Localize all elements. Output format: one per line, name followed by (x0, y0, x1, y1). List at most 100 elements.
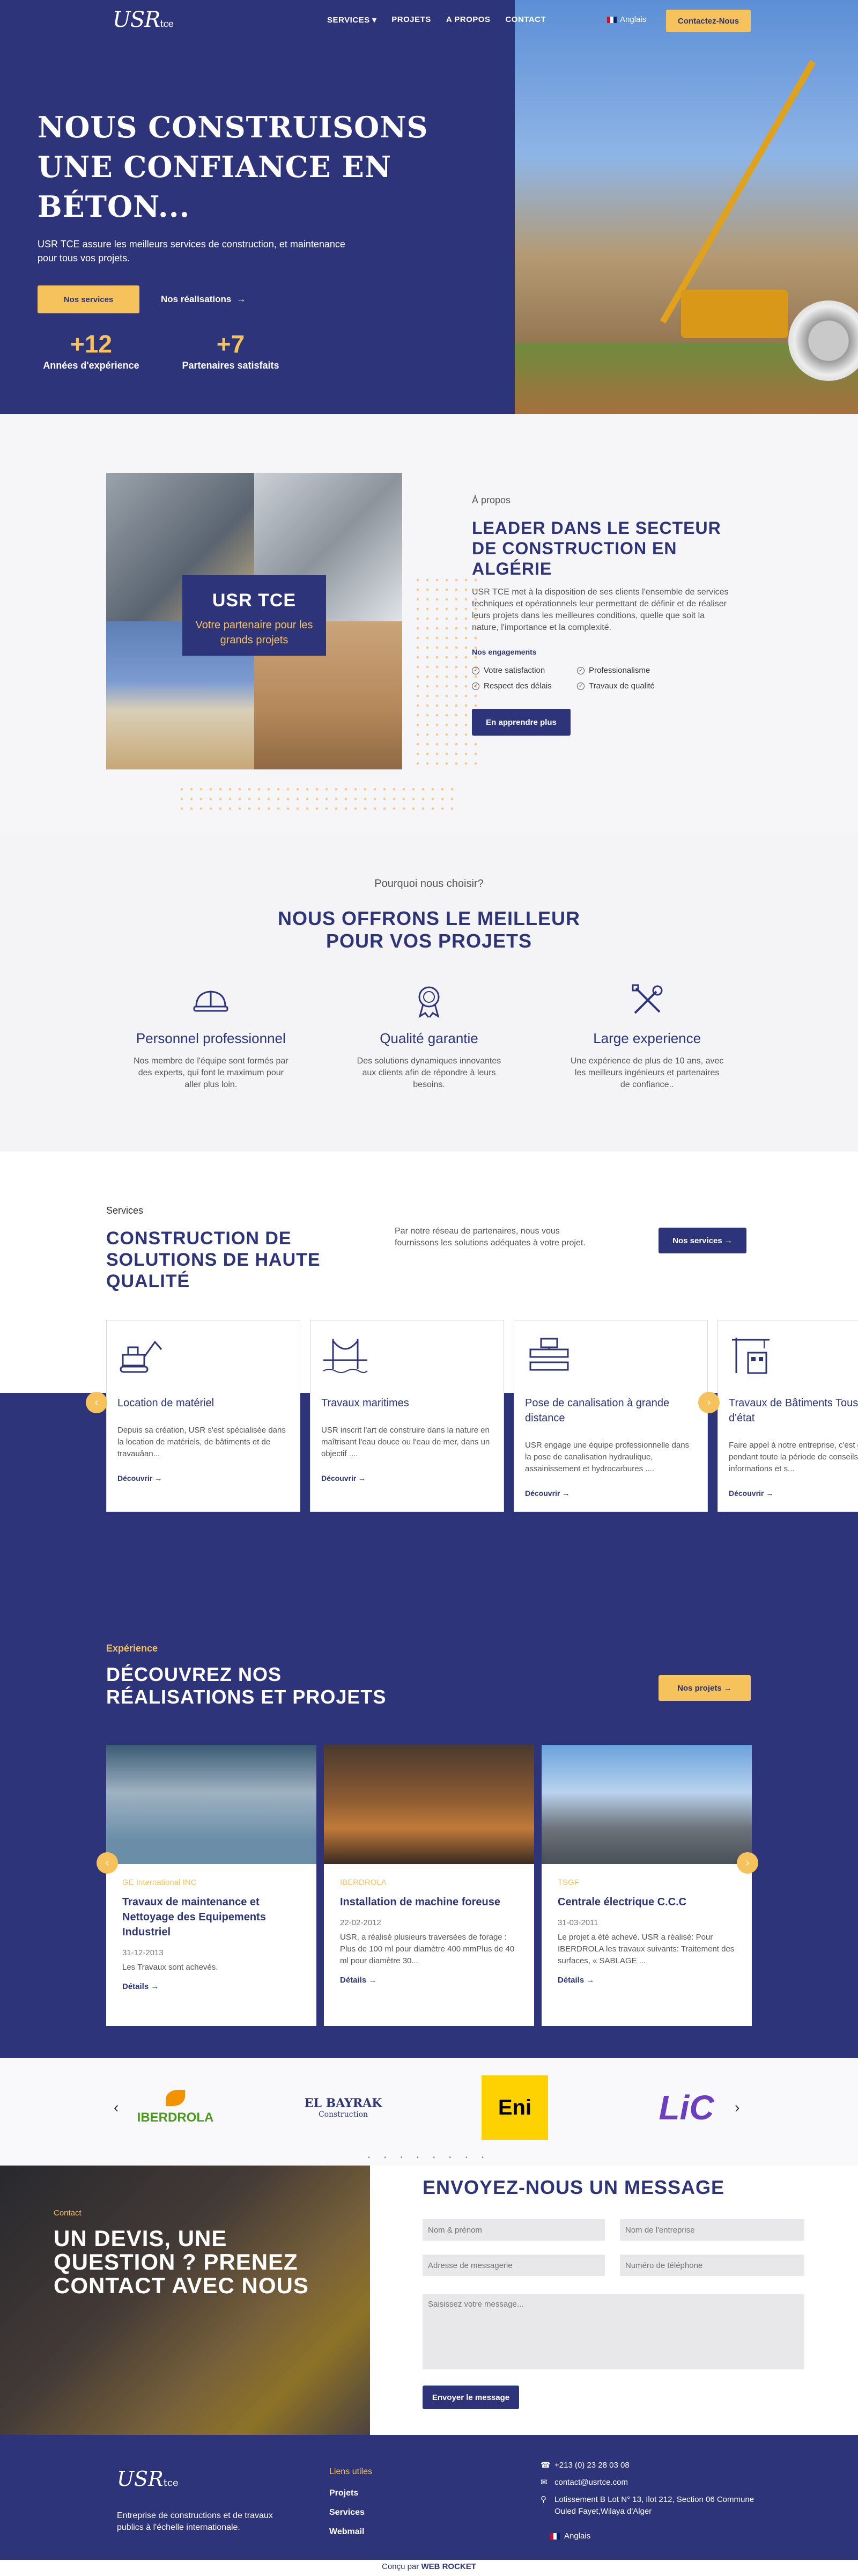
projects-next-button[interactable]: › (737, 1852, 758, 1874)
project-details-link[interactable]: Détails → (558, 1976, 736, 1985)
phone-input[interactable] (620, 2255, 804, 2276)
project-date: 31-12-2013 (122, 1948, 164, 1957)
our-realisations-link[interactable]: Nos réalisations → (161, 294, 246, 305)
send-message-button[interactable]: Envoyer le message (423, 2386, 519, 2409)
pipeline-icon (525, 1333, 697, 1382)
why-eyebrow: Pourquoi nous choisir? (374, 878, 484, 890)
footer-logo[interactable]: USRtce (117, 2467, 179, 2491)
chevron-right-icon: › (735, 2099, 740, 2116)
project-title: Travaux de maintenance et Nettoyage des … (122, 1896, 266, 1938)
uk-flag-icon (607, 16, 617, 23)
project-description: USR, a réalisé plusieurs traversées de f… (340, 1933, 515, 1965)
carousel-prev-button[interactable]: ‹ (86, 1392, 107, 1413)
footer-phone[interactable]: ☎ +213 (0) 23 28 03 08 (541, 2460, 766, 2471)
footer-link-webmail[interactable]: Webmail (329, 2527, 365, 2537)
location-pin-icon: ⚲ (541, 2495, 546, 2504)
service-card-maritime[interactable]: Travaux maritimes USR inscrit l'art de c… (310, 1320, 504, 1512)
hero-content: NOUS CONSTRUISONS UNE CONFIANCE EN BÉTON… (38, 107, 488, 372)
check-circle-icon: ✓ (472, 682, 479, 690)
engagements-title: Nos engagements (472, 648, 537, 656)
project-card[interactable]: IBERDROLA Installation de machine foreus… (324, 1745, 534, 2026)
contact-eyebrow: Contact (54, 2208, 82, 2218)
engagement-item: ✓ Professionalisme (577, 666, 674, 675)
footer-link-projets[interactable]: Projets (329, 2489, 365, 2498)
language-switcher[interactable]: Anglais (607, 15, 646, 24)
hero-stats: +12 Années d'expérience +7 Partenaires s… (38, 329, 488, 372)
project-client: GE International INC (122, 1878, 197, 1887)
top-navigation: USRtce SERVICES ▾ PROJETS A PROPOS CONTA… (0, 0, 858, 43)
nav-item-projets[interactable]: PROJETS (391, 15, 431, 25)
project-date: 31-03-2011 (558, 1918, 598, 1927)
chevron-right-icon: › (707, 1397, 711, 1408)
award-medal-icon (339, 982, 519, 1023)
footer-link-services[interactable]: Services (329, 2508, 365, 2518)
discover-link[interactable]: Découvrir → (117, 1474, 289, 1483)
nav-item-contact[interactable]: CONTACT (505, 15, 546, 25)
service-card-equipment-rental[interactable]: Location de matériel Depuis sa création,… (106, 1320, 300, 1512)
contact-photo-overlay (0, 2166, 370, 2435)
arrow-right-icon: → (562, 1489, 570, 1498)
project-photo (106, 1745, 316, 1864)
project-title: Installation de machine foreuse (340, 1896, 500, 1908)
check-circle-icon: ✓ (472, 666, 479, 674)
chevron-left-icon: ‹ (114, 2099, 119, 2116)
project-card[interactable]: TSGF Centrale électrique C.C.C 31-03-201… (542, 1745, 752, 2026)
our-projects-button[interactable]: Nos projets → (659, 1675, 751, 1701)
check-circle-icon: ✓ (577, 682, 585, 690)
project-description: Les Travaux sont achevés. (122, 1963, 218, 1972)
engagement-item: ✓ Respect des délais (472, 681, 568, 691)
footer-email[interactable]: ✉ contact@usrtce.com (541, 2477, 766, 2489)
our-services-button[interactable]: Nos services (38, 285, 139, 313)
services-eyebrow: Services (106, 1205, 144, 1216)
engagement-item: ✓ Travaux de qualité (577, 681, 674, 691)
project-details-link[interactable]: Détails → (340, 1976, 518, 1985)
company-input[interactable] (620, 2219, 804, 2241)
carousel-next-button[interactable]: › (698, 1392, 720, 1413)
service-card-buildings[interactable]: Travaux de Bâtiments Tous Corps d'état F… (718, 1320, 858, 1512)
partner-logo-lic: LiC (659, 2088, 714, 2127)
copyright-bar: Conçu par WEB ROCKET (0, 2560, 858, 2576)
nav-item-services[interactable]: SERVICES ▾ (327, 15, 376, 25)
partners-prev-button[interactable]: ‹ (114, 2099, 119, 2116)
why-section: Pourquoi nous choisir? NOUS OFFRONS LE M… (0, 833, 858, 1151)
contact-section: Contact UN DEVIS, UNE QUESTION ? PRENEZ … (0, 2166, 858, 2435)
chevron-left-icon: ‹ (105, 1857, 109, 1869)
services-description: Par notre réseau de partenaires, nous vo… (395, 1227, 586, 1247)
partners-next-button[interactable]: › (735, 2099, 739, 2116)
contact-title: UN DEVIS, UNE QUESTION ? PRENEZ CONTACT … (54, 2226, 309, 2298)
services-section: Services CONSTRUCTION DE SOLUTIONS DE HA… (0, 1151, 858, 1579)
project-details-link[interactable]: Détails → (122, 1982, 300, 1991)
footer-language-switcher[interactable]: Anglais (550, 2530, 766, 2542)
about-title: LEADER DANS LE SECTEUR DE CONSTRUCTION E… (472, 518, 721, 578)
arrow-right-icon: → (154, 1474, 162, 1483)
services-title: CONSTRUCTION DE SOLUTIONS DE HAUTE QUALI… (106, 1228, 321, 1291)
discover-link[interactable]: Découvrir → (729, 1489, 858, 1498)
discover-link[interactable]: Découvrir → (321, 1474, 493, 1483)
arrow-right-icon: → (723, 1683, 732, 1693)
contact-us-button[interactable]: Contactez-Nous (666, 10, 751, 32)
hard-hat-icon (121, 982, 301, 1023)
hero-title: NOUS CONSTRUISONS UNE CONFIANCE EN BÉTON… (38, 110, 428, 224)
arrow-right-icon: → (236, 294, 246, 304)
partners-pagination-dots[interactable]: • • • • • • • • (0, 2155, 858, 2161)
project-date: 22-02-2012 (340, 1918, 381, 1927)
service-card-pipeline[interactable]: Pose de canalisation à grande distance U… (514, 1320, 708, 1512)
about-badge: USR TCE Votre partenaire pour les grands… (182, 575, 326, 656)
project-description: Le projet a été achevé. USR a réalisé: P… (558, 1933, 735, 1965)
partners-section: ‹ IBERDROLA EL BAYRAK Construction Eni L… (0, 2058, 858, 2166)
message-textarea[interactable] (423, 2294, 804, 2369)
stat-years: +12 Années d'expérience (43, 330, 139, 371)
about-section: USR TCE Votre partenaire pour les grands… (0, 414, 858, 833)
envelope-icon: ✉ (541, 2478, 548, 2487)
project-card[interactable]: GE International INC Travaux de maintena… (106, 1745, 316, 2026)
discover-link[interactable]: Découvrir → (525, 1489, 697, 1498)
learn-more-button[interactable]: En apprendre plus (472, 709, 571, 736)
phone-icon: ☎ (541, 2461, 551, 2470)
logo[interactable]: USRtce (113, 8, 204, 36)
services-button[interactable]: Nos services → (659, 1228, 746, 1253)
email-input[interactable] (423, 2255, 605, 2276)
projects-prev-button[interactable]: ‹ (97, 1852, 118, 1874)
nav-item-a-propos[interactable]: A PROPOS (446, 15, 491, 25)
name-input[interactable] (423, 2219, 605, 2241)
web-rocket-link[interactable]: WEB ROCKET (421, 2562, 476, 2571)
